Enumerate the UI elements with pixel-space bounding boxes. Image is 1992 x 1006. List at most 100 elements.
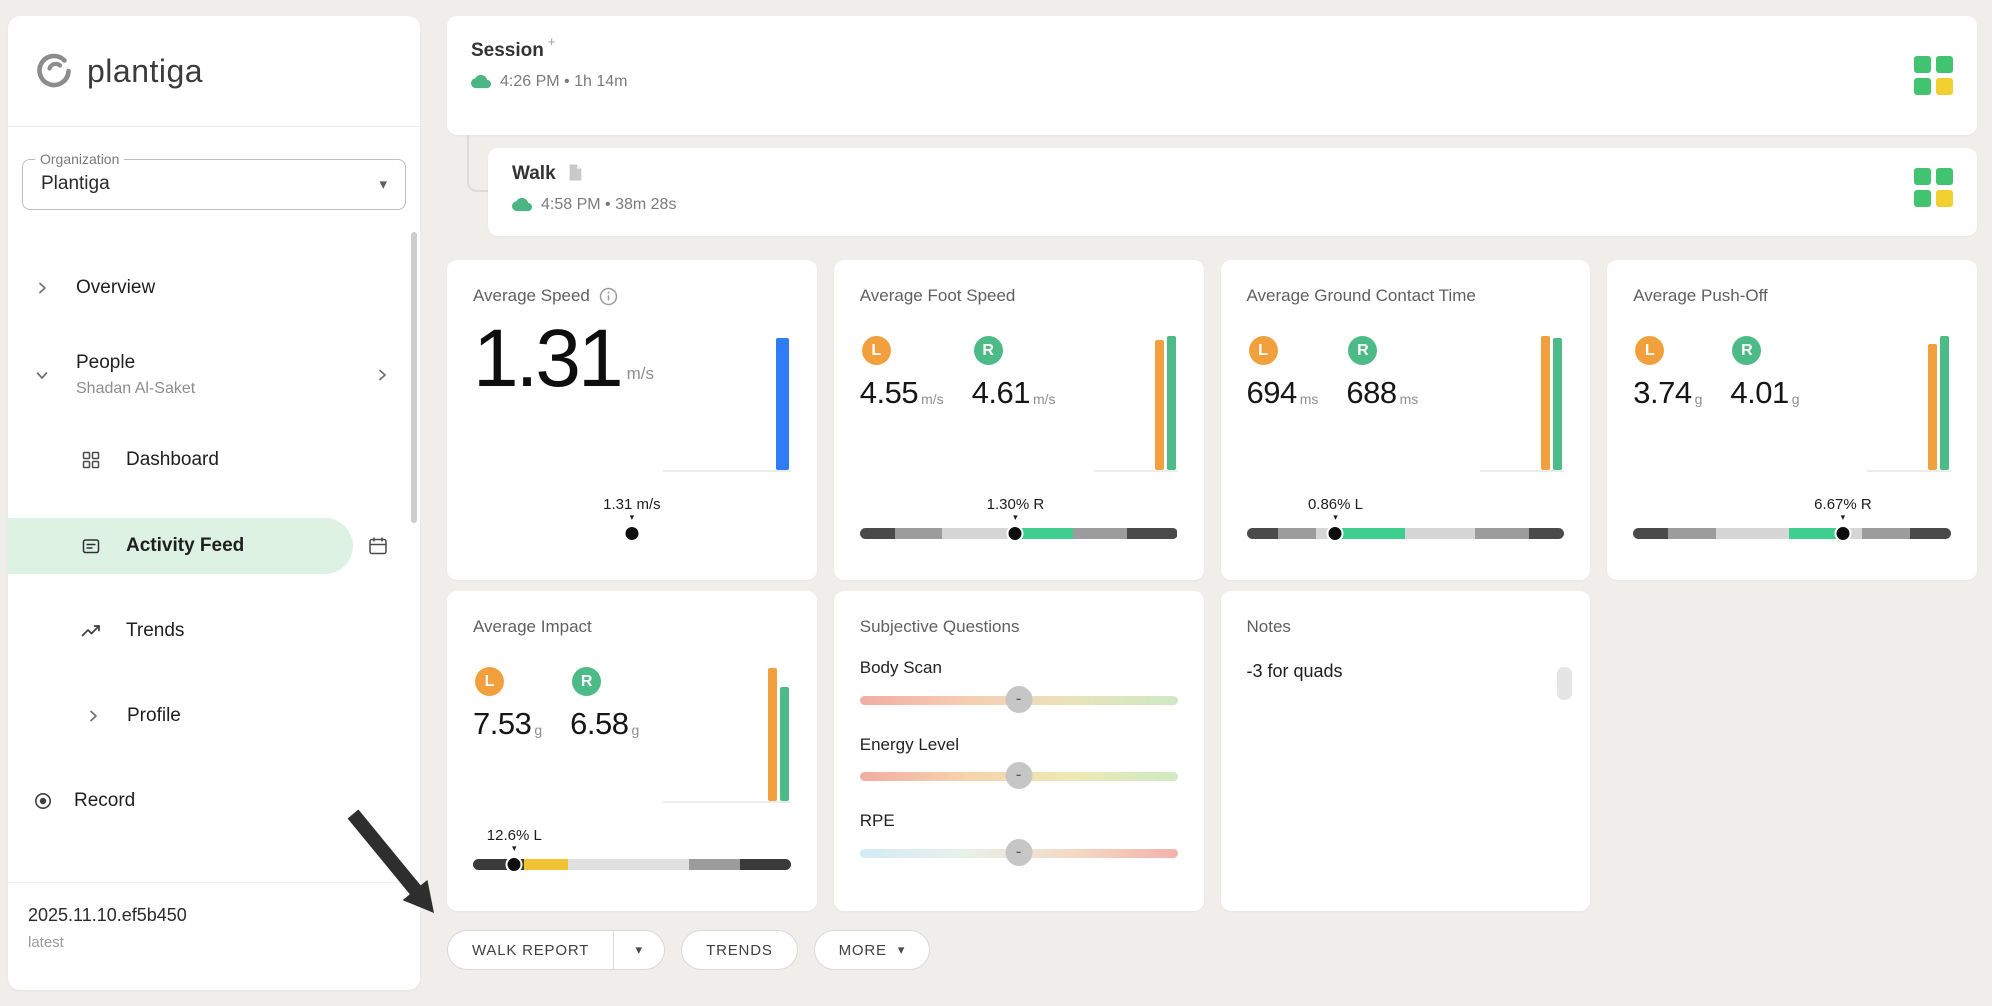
- notes-scrollbar-thumb[interactable]: [1557, 667, 1573, 700]
- session-card[interactable]: Session + 4:26 PM • 1h 14m: [447, 16, 1977, 135]
- walk-status-grid-icon[interactable]: [1914, 168, 1953, 207]
- info-icon[interactable]: [599, 287, 618, 306]
- metric-card-foot-speed: Average Foot Speed L 4.55 m/s R 4.61 m/s: [833, 260, 1204, 580]
- mini-bar-chart: [1093, 336, 1178, 472]
- value-marker: 1.31 m/s ▾: [473, 496, 791, 548]
- asymmetry-dot: [1006, 525, 1024, 542]
- session-title: Session: [471, 40, 544, 61]
- chevron-right-icon[interactable]: [374, 367, 390, 383]
- asymmetry-widget: 0.86% L ▾: [1246, 496, 1565, 548]
- session-status-grid-icon[interactable]: [1914, 56, 1953, 95]
- organization-label: Organization: [35, 151, 125, 168]
- sidebar-item-record[interactable]: Record: [8, 773, 420, 829]
- logo-text: plantiga: [87, 52, 204, 89]
- document-icon: [568, 164, 583, 181]
- sidebar-footer: 2025.11.10.ef5b450 latest: [8, 882, 420, 990]
- metric-card-impact: Average Impact L 7.53 g R 6.58 g 12.6% L…: [447, 591, 817, 911]
- asymmetry-pin: 0.86% L ▾: [1308, 496, 1363, 522]
- sidebar-scrollbar-thumb[interactable]: [411, 232, 417, 523]
- sidebar-item-overview[interactable]: Overview: [8, 260, 420, 316]
- subjective-row-rpe: RPE -: [859, 811, 1178, 867]
- more-button[interactable]: MORE ▾: [813, 930, 931, 970]
- notes-card: Notes -3 for quads: [1220, 591, 1591, 911]
- tree-connector: [467, 135, 488, 192]
- walk-report-button[interactable]: WALK REPORT: [447, 930, 614, 970]
- caret-down-icon: ▾: [1840, 512, 1846, 522]
- sidebar-item-people[interactable]: People Shadan Al-Saket: [8, 331, 420, 419]
- metric-unit: m/s: [626, 363, 654, 383]
- sidebar-item-profile[interactable]: Profile: [8, 688, 420, 744]
- card-title: Subjective Questions: [859, 617, 1020, 636]
- sidebar-item-label: Dashboard: [126, 448, 219, 470]
- caret-down-icon: ▾: [629, 512, 635, 522]
- asymmetry-dot: [1834, 525, 1852, 542]
- chevron-down-icon: ▾: [379, 175, 387, 193]
- sidebar-item-label: Overview: [76, 276, 156, 298]
- walk-title: Walk: [512, 163, 556, 184]
- empty-grid-cell: [1607, 591, 1977, 911]
- subjective-row-energy-level: Energy Level -: [859, 734, 1178, 790]
- sidebar: plantiga Organization Plantiga ▾ Overvie…: [8, 16, 420, 990]
- calendar-icon[interactable]: [367, 535, 389, 557]
- logo-block: plantiga: [8, 16, 420, 127]
- app-version: 2025.11.10.ef5b450: [28, 905, 187, 925]
- mini-bar-chart: [662, 338, 791, 472]
- caret-down-icon: ▾: [897, 942, 906, 957]
- more-button-label: MORE: [838, 941, 887, 959]
- caret-down-icon: ▾: [635, 942, 643, 957]
- left-badge: L: [1635, 336, 1665, 366]
- walk-report-split-button: WALK REPORT ▾: [447, 930, 666, 970]
- marker-pin: 1.31 m/s ▾: [603, 496, 661, 522]
- metrics-grid: Average Speed 1.31 m/s 1.31 m/s ▾ Averag…: [447, 260, 1977, 911]
- metric-card-ground-contact-time: Average Ground Contact Time L 694 ms R 6…: [1220, 260, 1591, 580]
- sidebar-item-activity-feed-row: Activity Feed: [8, 518, 420, 574]
- left-unit: m/s: [921, 390, 944, 407]
- caret-down-icon: ▾: [512, 843, 517, 853]
- right-badge: R: [1348, 336, 1378, 366]
- chevron-right-icon: [83, 708, 103, 724]
- sidebar-item-label: Trends: [126, 619, 185, 641]
- slider-knob[interactable]: -: [1005, 685, 1033, 713]
- right-unit: ms: [1399, 390, 1419, 407]
- left-value: 3.74: [1633, 375, 1692, 411]
- chevron-down-icon: [32, 367, 52, 383]
- walk-time: 4:58 PM • 38m 28s: [541, 195, 677, 213]
- right-badge: R: [973, 336, 1003, 366]
- walk-card[interactable]: Walk 4:58 PM • 38m 28s: [488, 148, 1977, 236]
- organization-select[interactable]: Organization Plantiga ▾: [22, 151, 406, 210]
- subjective-label: Energy Level: [859, 734, 959, 754]
- record-icon: [32, 791, 54, 811]
- sidebar-item-label: People: [76, 351, 136, 373]
- subjective-label: RPE: [859, 811, 895, 831]
- left-value: 7.53: [473, 706, 532, 742]
- subjective-slider[interactable]: -: [859, 762, 1178, 790]
- slider-knob[interactable]: -: [1005, 838, 1033, 866]
- right-value: 6.58: [570, 706, 629, 742]
- sidebar-item-activity-feed[interactable]: Activity Feed: [8, 518, 353, 574]
- app-version-tag: latest: [28, 933, 64, 951]
- main-content: Session + 4:26 PM • 1h 14m Walk 4:58 PM …: [447, 16, 1977, 970]
- slider-knob[interactable]: -: [1005, 762, 1033, 790]
- metric-title: Average Push-Off: [1633, 286, 1768, 305]
- subjective-slider[interactable]: -: [859, 838, 1178, 867]
- mini-bar-chart: [662, 668, 791, 803]
- notes-content[interactable]: -3 for quads: [1247, 661, 1565, 683]
- sidebar-item-label: Activity Feed: [126, 534, 245, 556]
- metric-title: Average Ground Contact Time: [1246, 286, 1476, 305]
- sidebar-item-label: Record: [74, 789, 136, 811]
- sidebar-item-trends[interactable]: Trends: [8, 603, 420, 659]
- subjective-slider[interactable]: -: [859, 685, 1178, 714]
- caret-down-icon: ▾: [1013, 512, 1018, 522]
- trends-button[interactable]: TRENDS: [681, 930, 798, 970]
- subjective-questions-card: Subjective Questions Body Scan - Energy …: [833, 591, 1204, 911]
- chevron-right-icon: [32, 280, 52, 296]
- asymmetry-track: [1633, 528, 1951, 539]
- mini-bar-chart: [1480, 336, 1565, 472]
- left-badge: L: [475, 667, 504, 697]
- mini-bar-chart: [1867, 336, 1951, 472]
- sidebar-item-dashboard[interactable]: Dashboard: [8, 432, 420, 488]
- plantiga-logo-icon: [34, 51, 74, 91]
- walk-report-dropdown-button[interactable]: ▾: [613, 930, 666, 970]
- left-value: 694: [1246, 375, 1298, 411]
- right-value: 688: [1346, 375, 1397, 411]
